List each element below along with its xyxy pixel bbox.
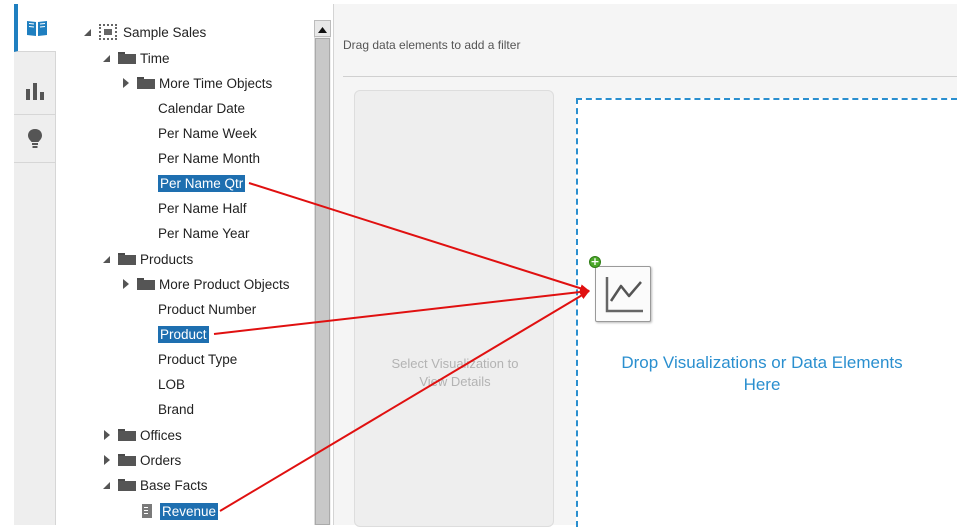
tree-item-per-name-qtr[interactable]: Per Name Qtr [139,172,246,194]
tree-item-column[interactable]: Per Name Half [139,197,247,219]
tree-label: LOB [158,376,186,392]
folder-icon [118,479,136,491]
tree-folder-offices[interactable]: Offices [100,424,182,446]
tree-folder-more-time-objects[interactable]: More Time Objects [119,72,272,94]
tree-label-time: Time [140,50,170,66]
tree-label: Per Name Week [158,125,257,141]
column-icon [139,378,152,390]
data-elements-tree: Sample Sales Time More Time Objects Cale… [56,4,314,525]
expand-triangle-icon[interactable] [100,454,112,466]
folder-icon [137,278,155,290]
side-rail [14,4,56,525]
column-icon [139,127,152,139]
filter-hint: Drag data elements to add a filter [343,38,521,52]
folder-icon [118,52,136,64]
tree-folder-base-facts[interactable]: Base Facts [100,474,208,496]
folder-icon [118,253,136,265]
tree-item-column[interactable]: Per Name Month [139,147,260,169]
drop-zone-hint: Drop Visualizations or Data Elements Her… [578,352,946,396]
details-placeholder: Select Visualization to View Details [355,355,555,391]
column-icon [139,303,152,315]
scrollbar-thumb[interactable] [315,38,330,525]
tree-item-column[interactable]: Product Type [139,348,237,370]
collapse-triangle-icon[interactable] [100,253,112,265]
drop-line-2: Here [743,375,781,394]
tree-folder-time[interactable]: Time [100,47,170,69]
tree-item-column[interactable]: Brand [139,398,194,420]
drop-line-1: Drop Visualizations or Data Elements [621,353,903,372]
lightbulb-icon [27,128,43,150]
details-line-1: Select Visualization to [391,356,519,371]
add-plus-icon: + [589,255,601,268]
tree-label-selected: Revenue [160,502,219,520]
tree-item-column[interactable]: Per Name Week [139,122,257,144]
collapse-triangle-icon[interactable] [100,52,112,64]
bar-chart-icon [25,82,45,100]
tree-item-revenue[interactable]: Revenue [142,500,219,522]
tree-label-orders: Orders [140,452,182,468]
tree-label: Product Number [158,301,257,317]
tree-folder-products[interactable]: Products [100,248,193,270]
column-icon [139,152,152,164]
column-icon [139,353,152,365]
tree-label-selected: Product [158,325,209,343]
tree-item-column[interactable]: LOB [139,373,185,395]
measure-icon [142,504,152,518]
filter-bar[interactable]: Drag data elements to add a filter [343,4,957,77]
column-icon [139,227,152,239]
tree-folder-orders[interactable]: Orders [100,449,181,471]
tree-label-sample-sales: Sample Sales [123,24,207,40]
folder-icon [118,429,136,441]
expand-triangle-icon[interactable] [119,77,131,89]
tree-label-offices: Offices [140,427,182,443]
tree-folder-more-product-objects[interactable]: More Product Objects [119,273,290,295]
insights-tab[interactable] [14,115,56,163]
expand-triangle-icon[interactable] [119,278,131,290]
details-panel: Select Visualization to View Details [354,90,554,527]
tree-item-column[interactable]: Calendar Date [139,97,245,119]
column-icon [139,328,152,340]
subject-area-icon [99,24,117,40]
tree-root[interactable]: Sample Sales [81,21,206,43]
tree-label: Per Name Month [158,150,261,166]
data-elements-tab[interactable] [14,4,56,52]
book-icon [26,19,48,37]
scroll-up-button[interactable] [314,20,331,37]
column-icon [139,403,152,415]
tree-item-column[interactable]: Per Name Year [139,222,250,244]
column-icon [139,202,152,214]
visual-analyzer-screen: Sample Sales Time More Time Objects Cale… [0,0,957,527]
tree-label: Per Name Year [158,225,250,241]
details-line-2: View Details [419,374,491,389]
tree-label-selected: Per Name Qtr [158,174,246,192]
arrow-up-icon [318,21,327,36]
tree-label: More Product Objects [159,276,290,292]
expand-triangle-icon[interactable] [100,429,112,441]
tree-label-products: Products [140,251,194,267]
folder-icon [137,77,155,89]
tree-item-column[interactable]: Product Number [139,298,256,320]
tree-label: More Time Objects [159,75,273,91]
tree-label: Brand [158,401,195,417]
visualizations-tab[interactable] [14,67,56,115]
line-chart-icon [595,266,651,322]
tree-item-product[interactable]: Product [139,323,209,345]
collapse-triangle-icon[interactable] [81,26,93,38]
tree-label-base-facts: Base Facts [140,477,208,493]
tree-label: Product Type [158,351,238,367]
collapse-triangle-icon[interactable] [100,479,112,491]
tree-label: Calendar Date [158,100,246,116]
tree-label: Per Name Half [158,200,247,216]
column-icon [139,177,152,189]
folder-icon [118,454,136,466]
column-icon [139,102,152,114]
